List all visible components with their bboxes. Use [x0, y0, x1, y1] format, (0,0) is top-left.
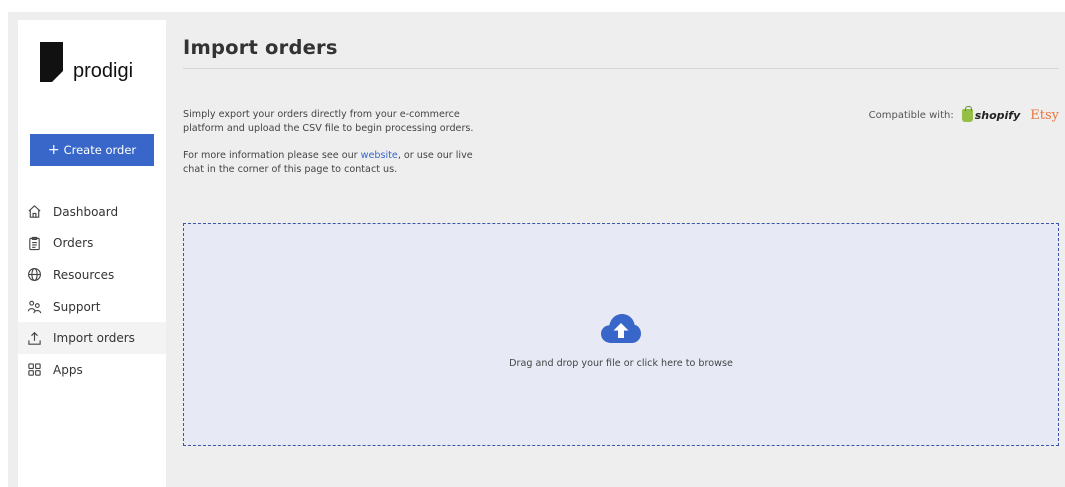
sidebar-item-support[interactable]: Support	[18, 291, 166, 323]
home-icon	[26, 204, 42, 220]
clipboard-icon	[26, 235, 42, 251]
sidebar: prodigi + Create order Dashboard Orders …	[18, 20, 166, 487]
etsy-logo: Etsy	[1030, 108, 1059, 123]
intro-text: Simply export your orders directly from …	[183, 108, 493, 176]
compatible-label: Compatible with:	[868, 110, 954, 121]
create-order-button[interactable]: + Create order	[30, 134, 154, 166]
sidebar-item-apps[interactable]: Apps	[18, 354, 166, 386]
globe-icon	[26, 267, 42, 283]
shopify-logo: shopify	[961, 106, 1021, 122]
upload-icon	[26, 330, 42, 346]
sidebar-nav: Dashboard Orders Resources Support Impor…	[18, 196, 166, 386]
plus-icon: +	[47, 142, 60, 158]
sidebar-item-label: Apps	[53, 362, 83, 377]
sidebar-item-label: Support	[53, 299, 101, 314]
website-link[interactable]: website	[361, 150, 398, 161]
sidebar-item-label: Resources	[53, 267, 115, 282]
sidebar-item-label: Import orders	[53, 331, 135, 346]
title-divider	[183, 68, 1059, 69]
file-dropzone[interactable]: Drag and drop your file or click here to…	[183, 223, 1059, 446]
dropzone-hint: Drag and drop your file or click here to…	[509, 358, 733, 369]
cloud-upload-icon	[601, 314, 641, 343]
window: prodigi + Create order Dashboard Orders …	[0, 0, 1065, 487]
compatible-platforms: Compatible with: shopify Etsy	[868, 106, 1059, 123]
sidebar-item-orders[interactable]: Orders	[18, 228, 166, 260]
intro-text-pre: For more information please see our	[183, 150, 361, 161]
page-title: Import orders	[183, 36, 338, 59]
prodigi-logo-icon	[40, 42, 63, 82]
sidebar-item-resources[interactable]: Resources	[18, 259, 166, 291]
intro-paragraph-1: Simply export your orders directly from …	[183, 109, 474, 134]
grid-icon	[26, 362, 42, 378]
people-icon	[26, 299, 42, 315]
brand-logo[interactable]: prodigi	[40, 42, 160, 82]
main-content: Import orders Simply export your orders …	[183, 12, 1059, 487]
app-shell: prodigi + Create order Dashboard Orders …	[8, 12, 1065, 487]
shopify-bag-icon	[961, 106, 973, 122]
intro-paragraph-2: For more information please see our webs…	[183, 149, 493, 176]
sidebar-item-label: Dashboard	[53, 204, 119, 219]
sidebar-item-label: Orders	[53, 236, 94, 251]
sidebar-item-dashboard[interactable]: Dashboard	[18, 196, 166, 228]
sidebar-item-import-orders[interactable]: Import orders	[18, 322, 166, 354]
brand-name: prodigi	[73, 60, 134, 82]
create-order-label: Create order	[63, 143, 137, 157]
shopify-wordmark: shopify	[974, 109, 1021, 122]
